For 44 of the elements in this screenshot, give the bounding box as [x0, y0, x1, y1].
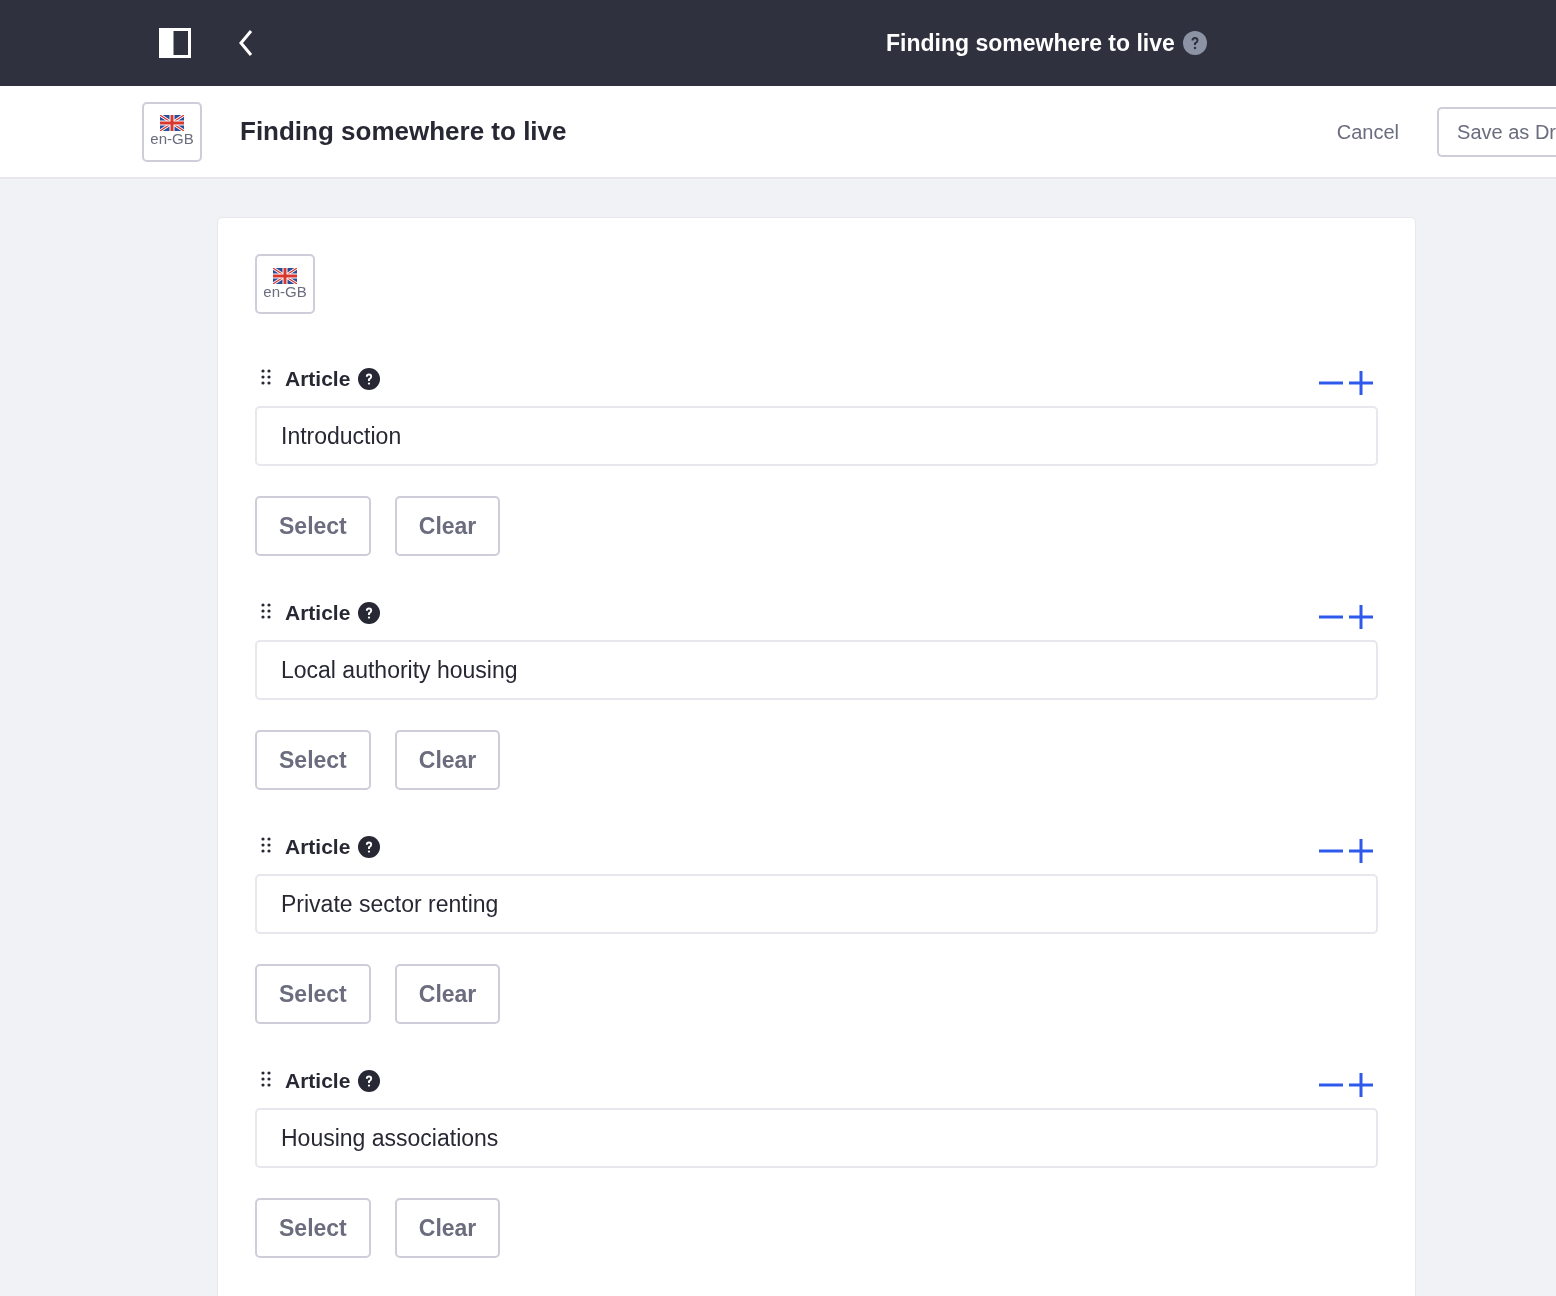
sidebar-toggle-icon[interactable] [159, 28, 191, 58]
field-label: Article [285, 834, 351, 861]
flag-icon [160, 115, 184, 132]
text-field[interactable]: Private sector renting [255, 874, 1378, 934]
field-label: Article [285, 366, 351, 393]
add-icon[interactable] [1348, 838, 1374, 864]
select-button[interactable]: Select [255, 730, 371, 790]
drag-handle-icon[interactable] [261, 1071, 271, 1087]
remove-icon[interactable] [1318, 380, 1344, 386]
drag-handle-icon[interactable] [261, 837, 271, 853]
remove-icon[interactable] [1318, 1082, 1344, 1088]
clear-button[interactable]: Clear [394, 496, 501, 556]
help-icon[interactable] [358, 836, 381, 858]
add-icon[interactable] [1348, 604, 1374, 630]
clear-button[interactable]: Clear [394, 730, 501, 790]
locale-code: en-GB [263, 283, 307, 301]
add-icon[interactable] [1348, 1072, 1374, 1098]
page-title: Finding somewhere to live [886, 28, 1175, 58]
page-heading: Finding somewhere to live [240, 115, 567, 148]
help-icon[interactable] [358, 368, 381, 390]
help-icon[interactable] [358, 1070, 381, 1092]
text-field[interactable]: Local authority housing [255, 640, 1378, 700]
help-icon[interactable] [358, 602, 381, 624]
field-label: Article [285, 1068, 351, 1095]
select-button[interactable]: Select [255, 1198, 371, 1258]
field-label: Article [285, 600, 351, 627]
remove-icon[interactable] [1318, 848, 1344, 854]
text-field[interactable]: Introduction [255, 406, 1378, 466]
select-button[interactable]: Select [255, 496, 371, 556]
back-icon[interactable] [238, 29, 254, 57]
flag-icon [273, 267, 297, 284]
locale-selector[interactable]: en-GB [142, 101, 202, 162]
clear-button[interactable]: Clear [394, 1198, 501, 1258]
text-field[interactable]: Housing associations [255, 1108, 1378, 1168]
drag-handle-icon[interactable] [261, 369, 271, 385]
clear-button[interactable]: Clear [394, 964, 501, 1024]
drag-handle-icon[interactable] [261, 603, 271, 619]
add-icon[interactable] [1348, 370, 1374, 396]
remove-icon[interactable] [1318, 614, 1344, 620]
save-draft-button[interactable]: Save as Dr [1437, 106, 1556, 157]
select-button[interactable]: Select [255, 964, 371, 1024]
locale-code: en-GB [150, 131, 194, 148]
locale-selector[interactable]: en-GB [255, 254, 315, 314]
cancel-button[interactable]: Cancel [1330, 115, 1406, 148]
